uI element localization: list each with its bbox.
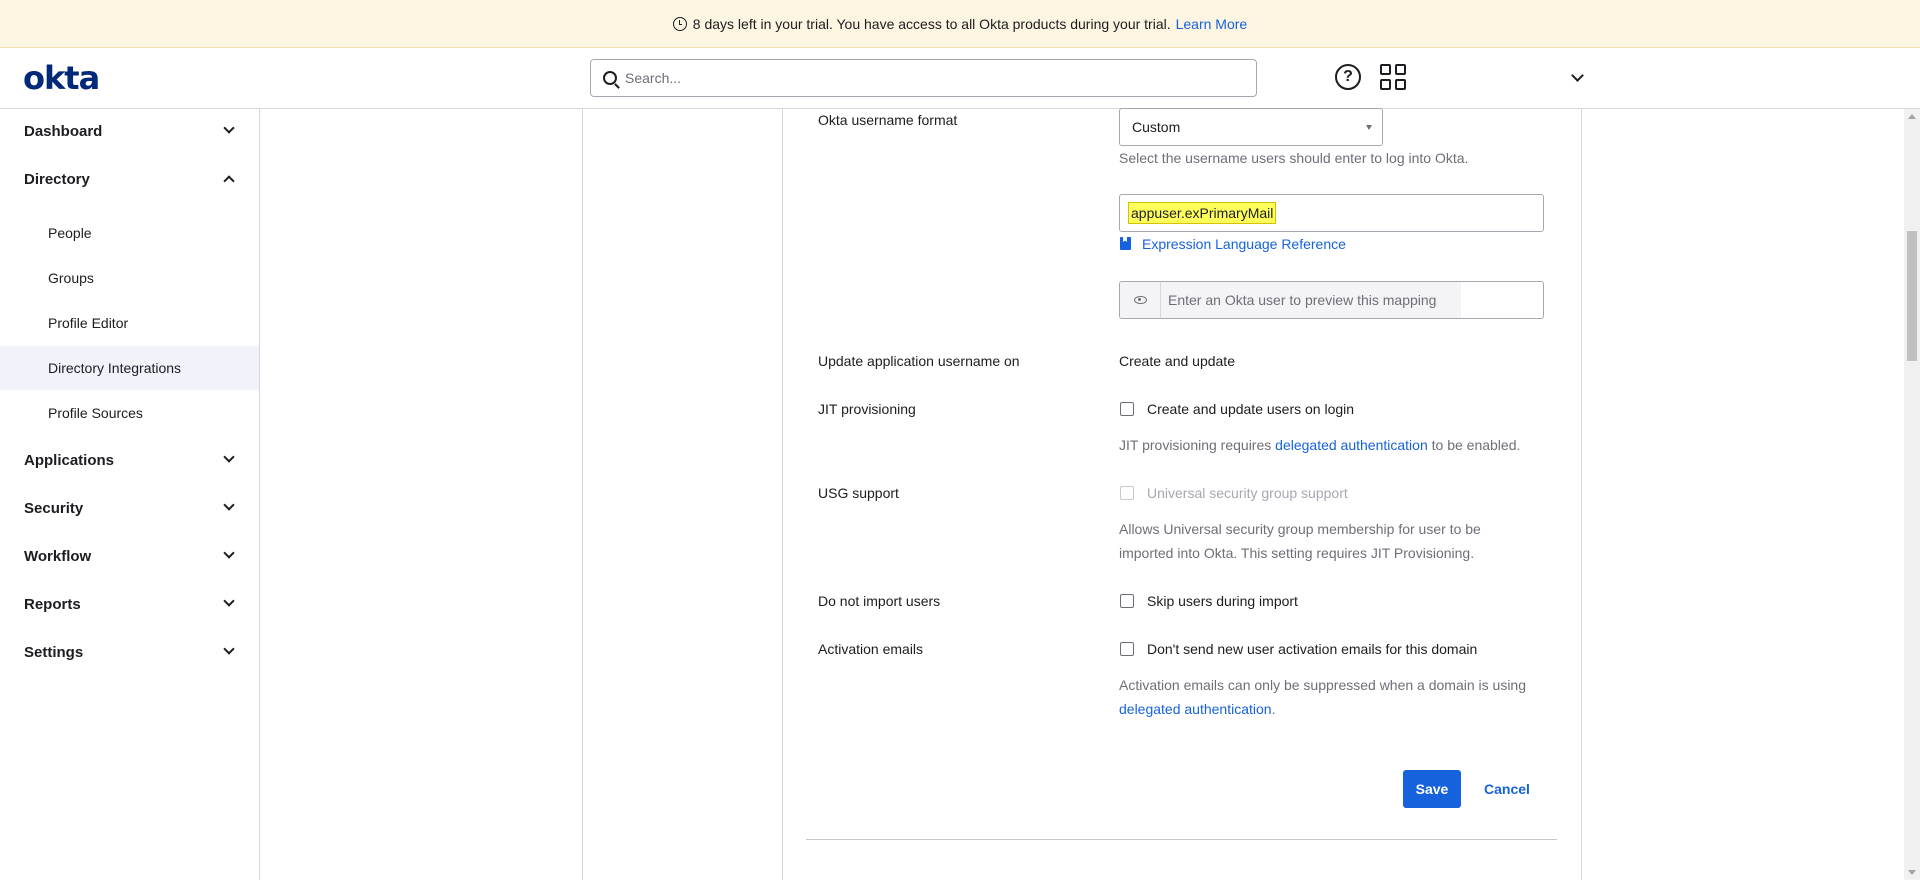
section-divider xyxy=(806,839,1557,840)
sidebar-item-directory[interactable]: Directory xyxy=(0,157,259,201)
jit-help-prefix: JIT provisioning requires xyxy=(1119,437,1272,453)
eye-icon xyxy=(1133,296,1147,304)
update-username-label: Update application username on xyxy=(818,353,1020,369)
jit-provisioning-checkbox[interactable] xyxy=(1120,402,1134,416)
sidebar-item-label: Settings xyxy=(24,643,84,661)
mapping-preview-input[interactable]: Enter an Okta user to preview this mappi… xyxy=(1119,281,1544,319)
save-button[interactable]: Save xyxy=(1403,770,1461,808)
jit-provisioning-label: JIT provisioning xyxy=(818,401,916,417)
chevron-down-icon xyxy=(223,547,235,559)
usg-support-help: Allows Universal security group membersh… xyxy=(1119,517,1481,565)
do-not-import-label: Do not import users xyxy=(818,593,941,609)
username-format-label: Okta username format xyxy=(818,112,958,128)
activation-emails-checkbox-label[interactable]: Don't send new user activation emails fo… xyxy=(1147,641,1477,657)
jit-provisioning-help: JIT provisioning requires delegated auth… xyxy=(1119,433,1520,457)
username-expression-value: appuser.exPrimaryMail xyxy=(1128,202,1277,224)
sidebar-item-label: Directory xyxy=(24,170,90,188)
jit-provisioning-checkbox-label[interactable]: Create and update users on login xyxy=(1147,401,1354,417)
jit-help-suffix: to be enabled. xyxy=(1431,437,1521,453)
scroll-down-arrow-icon[interactable] xyxy=(1908,870,1916,875)
delegated-authentication-link[interactable]: delegated authentication xyxy=(1275,437,1428,453)
activation-emails-help: Activation emails can only be suppressed… xyxy=(1119,673,1526,721)
activation-help-suffix: . xyxy=(1271,701,1276,717)
mapping-preview-placeholder: Enter an Okta user to preview this mappi… xyxy=(1161,282,1461,318)
chevron-down-icon xyxy=(223,499,235,511)
activation-help-line-2: delegated authentication. xyxy=(1119,697,1526,721)
top-header: okta ? xyxy=(0,48,1920,109)
search-icon xyxy=(603,71,617,85)
usg-support-checkbox xyxy=(1120,486,1134,500)
sidebar-item-profile-sources[interactable]: Profile Sources xyxy=(0,391,259,435)
sidebar-item-reports[interactable]: Reports xyxy=(0,582,259,626)
activation-help-line-1: Activation emails can only be suppressed… xyxy=(1119,677,1527,693)
sidebar-item-people[interactable]: People xyxy=(0,211,259,255)
sidebar-item-dashboard[interactable]: Dashboard xyxy=(0,109,259,153)
learn-more-link[interactable]: Learn More xyxy=(1176,16,1248,32)
expression-language-reference-link[interactable]: Expression Language Reference xyxy=(1142,236,1346,252)
sidebar-item-settings[interactable]: Settings xyxy=(0,630,259,674)
preview-eye-button[interactable] xyxy=(1120,282,1161,318)
chevron-down-icon xyxy=(223,122,235,134)
search-box[interactable] xyxy=(590,59,1257,97)
sidebar-item-label: Groups xyxy=(48,270,94,286)
sidebar-item-label: People xyxy=(48,225,92,241)
sidebar-item-label: Profile Sources xyxy=(48,405,143,421)
sidebar-item-workflow[interactable]: Workflow xyxy=(0,534,259,578)
skip-users-checkbox-label[interactable]: Skip users during import xyxy=(1147,593,1298,609)
panel-border-right xyxy=(1581,109,1582,880)
sidebar-item-label: Applications xyxy=(24,451,115,469)
user-menu-chevron-down-icon[interactable] xyxy=(1571,69,1584,82)
scrollbar-thumb[interactable] xyxy=(1907,231,1917,361)
username-format-select[interactable]: Custom xyxy=(1119,108,1383,146)
skip-users-checkbox[interactable] xyxy=(1120,594,1134,608)
sidebar-item-groups[interactable]: Groups xyxy=(0,256,259,300)
cancel-button[interactable]: Cancel xyxy=(1484,770,1530,808)
sidebar-item-profile-editor[interactable]: Profile Editor xyxy=(0,301,259,345)
sidebar-item-label: Workflow xyxy=(24,547,92,565)
search-input[interactable] xyxy=(625,70,1225,86)
main-content xyxy=(261,109,1920,880)
usg-support-label: USG support xyxy=(818,485,899,501)
usg-support-checkbox-label: Universal security group support xyxy=(1147,485,1348,501)
book-icon xyxy=(1120,237,1131,250)
usg-help-line-2: imported into Okta. This setting require… xyxy=(1119,545,1475,561)
activation-emails-label: Activation emails xyxy=(818,641,924,657)
sidebar: Dashboard Directory People Groups Profil… xyxy=(0,109,260,880)
help-icon[interactable]: ? xyxy=(1335,64,1361,90)
sidebar-item-label: Directory Integrations xyxy=(48,360,182,376)
sidebar-item-security[interactable]: Security xyxy=(0,486,259,530)
chevron-down-icon xyxy=(223,451,235,463)
sidebar-item-label: Reports xyxy=(24,595,81,613)
delegated-authentication-link[interactable]: delegated authentication xyxy=(1119,701,1272,717)
sidebar-item-label: Security xyxy=(24,499,84,517)
username-expression-input[interactable]: appuser.exPrimaryMail xyxy=(1119,194,1544,232)
column-divider xyxy=(582,109,583,880)
sidebar-item-directory-integrations[interactable]: Directory Integrations xyxy=(0,346,259,390)
page-scrollbar[interactable] xyxy=(1904,109,1920,880)
app-grid-icon[interactable] xyxy=(1380,64,1406,90)
username-format-selected: Custom xyxy=(1132,119,1181,135)
activation-emails-checkbox[interactable] xyxy=(1120,642,1134,656)
sidebar-item-applications[interactable]: Applications xyxy=(0,438,259,482)
okta-logo[interactable]: okta xyxy=(23,59,100,97)
usg-help-line-1: Allows Universal security group membersh… xyxy=(1119,521,1481,537)
update-username-value: Create and update xyxy=(1119,353,1235,369)
chevron-down-icon xyxy=(223,595,235,607)
trial-banner-text: 8 days left in your trial. You have acce… xyxy=(692,15,1171,32)
dropdown-arrow-icon xyxy=(1366,125,1372,130)
trial-banner: 8 days left in your trial. You have acce… xyxy=(0,0,1920,48)
sidebar-item-label: Profile Editor xyxy=(48,315,129,331)
scroll-up-arrow-icon[interactable] xyxy=(1908,114,1916,119)
chevron-up-icon xyxy=(223,175,235,187)
username-format-help: Select the username users should enter t… xyxy=(1119,150,1469,166)
clock-icon xyxy=(672,16,687,31)
chevron-down-icon xyxy=(223,643,235,655)
sidebar-item-label: Dashboard xyxy=(24,122,103,140)
panel-border-left xyxy=(782,109,783,880)
